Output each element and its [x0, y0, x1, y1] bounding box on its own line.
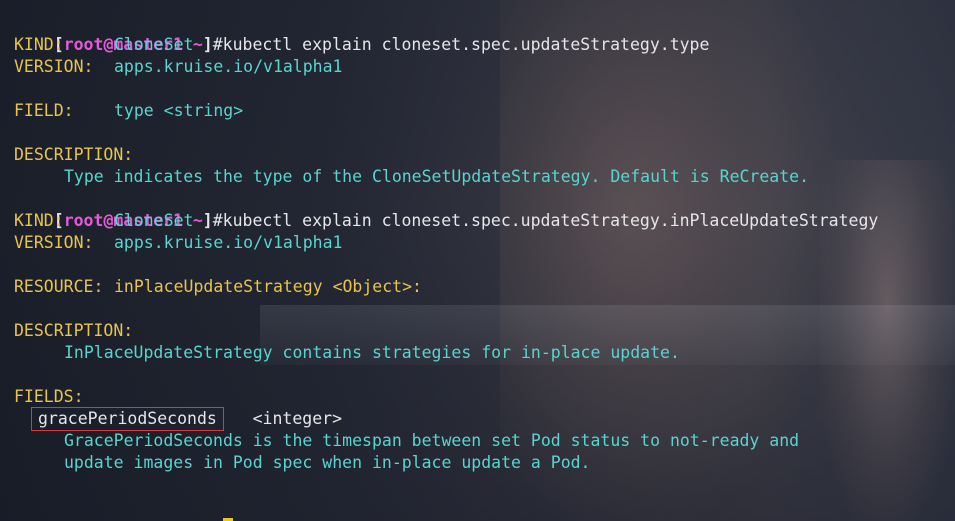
- version-line: VERSION: apps.kruise.io/v1alpha1: [14, 233, 343, 252]
- field-type: <integer>: [252, 409, 343, 428]
- field-entry: gracePeriodSeconds <integer>: [14, 407, 878, 431]
- description-text: Type indicates the type of the CloneSetU…: [64, 167, 810, 186]
- field-description-1: GracePeriodSeconds is the timespan betwe…: [64, 431, 800, 450]
- prompt-line: [root@master1 ~]#kubectl explain clonese…: [53, 35, 710, 54]
- highlighted-field-name: gracePeriodSeconds: [31, 407, 224, 431]
- description-heading: DESCRIPTION:: [14, 321, 134, 340]
- description-heading: DESCRIPTION:: [14, 145, 134, 164]
- prompt-line-current[interactable]: [root@master1 ~]#: [14, 496, 878, 521]
- version-line: VERSION: apps.kruise.io/v1alpha1: [14, 57, 343, 76]
- terminal-output[interactable]: [root@master1 ~]# kubectl explain clonese…: [14, 12, 879, 521]
- command-text: kubectl explain cloneset.spec.updateStra…: [222, 211, 879, 230]
- resource-line: RESOURCE: inPlaceUpdateStrategy <Object>:: [14, 277, 422, 296]
- prompt-line: [root@master1 ~]#kubectl explain clonese…: [53, 211, 879, 230]
- fields-heading: FIELDS:: [14, 387, 84, 406]
- field-description-2: update images in Pod spec when in-place …: [64, 453, 591, 472]
- description-text: InPlaceUpdateStrategy contains strategie…: [64, 343, 680, 362]
- command-text: kubectl explain cloneset.spec.updateStra…: [222, 35, 710, 54]
- field-line: FIELD: type <string>: [14, 101, 244, 120]
